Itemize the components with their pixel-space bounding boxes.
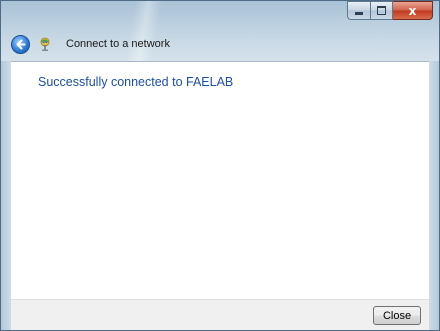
title-bar[interactable]: x Connect to a network bbox=[1, 1, 439, 61]
window-title: Connect to a network bbox=[66, 38, 170, 50]
connection-status-message: Successfully connected to FAELAB bbox=[38, 75, 234, 89]
content-area: Successfully connected to FAELAB bbox=[11, 61, 429, 300]
minimize-icon bbox=[355, 12, 363, 15]
maximize-button[interactable] bbox=[371, 1, 393, 20]
button-bar: Close bbox=[11, 299, 429, 330]
window-frame-right bbox=[429, 61, 439, 330]
window-close-button[interactable]: x bbox=[393, 1, 433, 20]
window-frame-left bbox=[1, 61, 11, 330]
close-button[interactable]: Close bbox=[373, 306, 421, 325]
window-controls: x bbox=[347, 1, 433, 20]
back-arrow-icon bbox=[16, 39, 26, 49]
minimize-button[interactable] bbox=[347, 1, 371, 20]
connect-to-network-window: x Connect to a network Successfully conn… bbox=[0, 0, 440, 331]
network-icon bbox=[36, 35, 54, 53]
close-icon: x bbox=[408, 3, 417, 18]
navigation-bar: Connect to a network bbox=[11, 34, 170, 54]
back-button[interactable] bbox=[11, 34, 30, 54]
maximize-icon bbox=[377, 6, 386, 15]
